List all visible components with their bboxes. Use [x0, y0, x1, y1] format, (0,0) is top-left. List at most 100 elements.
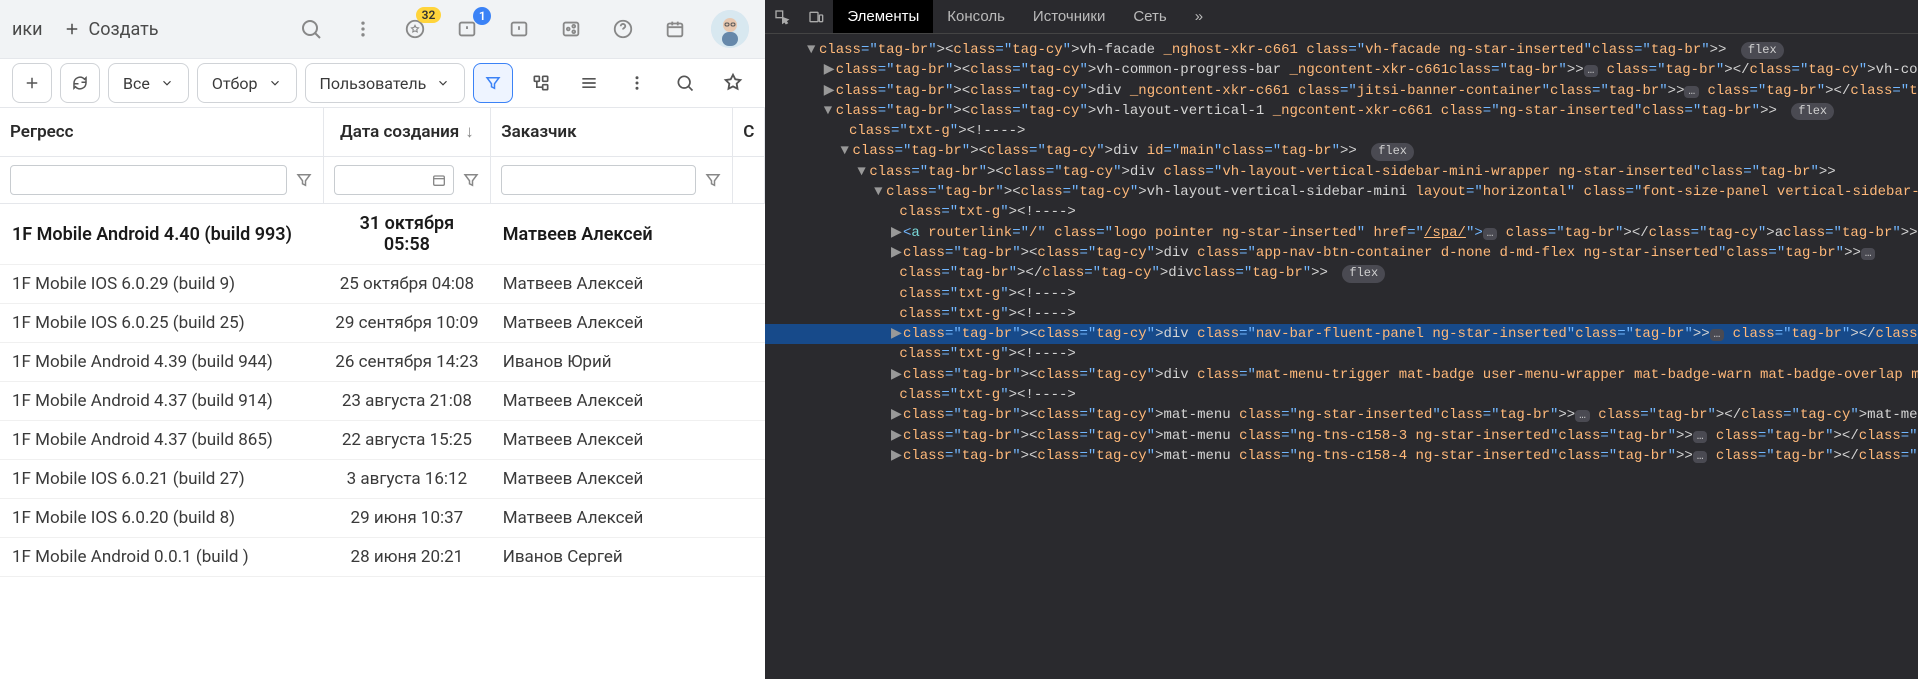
all-label: Все [123, 74, 150, 93]
dom-tree-node[interactable]: class="txt-g"><!----> [765, 344, 1918, 364]
header-regress[interactable]: Регресс [0, 108, 323, 157]
dom-tree-node[interactable]: ▼class="tag-br"><class="tag-cy">vh-layou… [765, 101, 1918, 121]
selection-dropdown[interactable]: Отбор [197, 63, 297, 103]
dom-tree-node[interactable]: ▶class="tag-br"><class="tag-cy">mat-menu… [765, 446, 1918, 466]
cell-customer: Матвеев Алексей [491, 304, 733, 343]
top-right-group: 32 1 [295, 10, 757, 48]
dom-tree-node[interactable]: ▶class="tag-br"><class="tag-cy">div clas… [765, 365, 1918, 385]
inspect-tool-button[interactable] [765, 0, 799, 33]
table-row[interactable]: 1F Mobile IOS 6.0.20 (build 8)29 июня 10… [0, 499, 765, 538]
tab-console[interactable]: Консоль [933, 0, 1019, 33]
cell-name: 1F Mobile Android 4.37 (build 865) [0, 421, 323, 460]
plus-icon [63, 20, 81, 38]
table-row[interactable]: 1F Mobile Android 4.37 (build 914)23 авг… [0, 382, 765, 421]
filter-date-input[interactable] [334, 165, 455, 195]
header-customer[interactable]: Заказчик [491, 108, 733, 157]
funnel-icon[interactable] [704, 171, 722, 189]
help-button[interactable] [607, 13, 639, 45]
tab-sources[interactable]: Источники [1019, 0, 1119, 33]
dom-tree-node[interactable]: ▶class="tag-br"><class="tag-cy">div clas… [765, 243, 1918, 284]
refresh-button[interactable] [60, 63, 100, 103]
star-button[interactable] [713, 63, 753, 103]
table-row[interactable]: 1F Mobile Android 0.0.1 (build )28 июня … [0, 538, 765, 577]
tree-view-button[interactable] [521, 63, 561, 103]
device-toggle-button[interactable] [799, 0, 833, 33]
search-button[interactable] [295, 13, 327, 45]
funnel-filter-button[interactable] [473, 63, 513, 103]
all-dropdown[interactable]: Все [108, 63, 189, 103]
dom-tree-node[interactable]: class="txt-g"><!----> [765, 304, 1918, 324]
dom-tree-node[interactable]: class="txt-g"><!----> [765, 385, 1918, 405]
funnel-icon[interactable] [462, 171, 480, 189]
dom-tree-node[interactable]: ▼class="tag-br"><class="tag-cy">div id="… [765, 141, 1918, 161]
search-icon [299, 17, 323, 41]
list-icon [579, 73, 599, 93]
dom-tree-node[interactable]: class="txt-g"><!----> [765, 284, 1918, 304]
kebab-icon [353, 19, 373, 39]
top-left-group: ики Создать [8, 19, 167, 40]
cell-name: 1F Mobile IOS 6.0.25 (build 25) [0, 304, 323, 343]
dom-tree-node[interactable]: ▶class="tag-br"><class="tag-cy">div clas… [765, 324, 1918, 344]
share-button[interactable] [555, 13, 587, 45]
cell-name: 1F Mobile Android 4.37 (build 914) [0, 382, 323, 421]
alert-button[interactable] [503, 13, 535, 45]
table-row[interactable]: 1F Mobile IOS 6.0.25 (build 25)29 сентяб… [0, 304, 765, 343]
dom-tree-node[interactable]: ▶<a routerlink="/" class="logo pointer n… [765, 223, 1918, 243]
dom-tree-node[interactable]: ▶class="tag-br"><class="tag-cy">vh-commo… [765, 60, 1918, 80]
star-outline-icon [722, 72, 744, 94]
funnel-icon[interactable] [295, 171, 313, 189]
dom-tree-node[interactable]: ▶class="tag-br"><class="tag-cy">mat-menu… [765, 405, 1918, 425]
create-button[interactable]: Создать [55, 19, 167, 40]
top-toolbar: ики Создать 32 1 [0, 0, 765, 58]
user-dropdown[interactable]: Пользователь [305, 63, 466, 103]
kebab-menu-button[interactable] [347, 13, 379, 45]
dom-tree-node[interactable]: class="txt-g"><!----> [765, 202, 1918, 222]
add-button[interactable] [12, 63, 52, 103]
search-icon [675, 73, 695, 93]
user-avatar[interactable] [711, 10, 749, 48]
cell-date: 31 октября 05:58 [323, 204, 491, 265]
header-extra[interactable]: С [733, 108, 765, 157]
devtools-panel: Элементы Консоль Источники Сеть » ⚠2 ⛔3 … [765, 0, 1918, 679]
filter-toolbar: Все Отбор Пользователь [0, 58, 765, 108]
cell-date: 22 августа 15:25 [323, 421, 491, 460]
chevron-down-icon [436, 76, 450, 90]
table-row[interactable]: 1F Mobile Android 4.39 (build 944)26 сен… [0, 343, 765, 382]
tab-more[interactable]: » [1181, 0, 1217, 33]
user-label: Пользователь [320, 74, 427, 93]
dom-tree-node[interactable]: ▼class="tag-br"><class="tag-cy">vh-layou… [765, 182, 1918, 202]
inbox-badge: 1 [473, 7, 491, 25]
filter-regress-input[interactable] [10, 165, 287, 195]
cell-name: 1F Mobile IOS 6.0.29 (build 9) [0, 265, 323, 304]
header-date[interactable]: Дата создания↓ [323, 108, 491, 157]
dom-tree-node[interactable]: ▼class="tag-br"><class="tag-cy">vh-facad… [765, 40, 1918, 60]
device-icon [808, 9, 824, 25]
dom-tree-node[interactable]: ▶class="tag-br"><class="tag-cy">div _ngc… [765, 81, 1918, 101]
refresh-icon [71, 74, 89, 92]
dom-tree-node[interactable]: ▼class="tag-br"><class="tag-cy">div clas… [765, 162, 1918, 182]
list-view-button[interactable] [569, 63, 609, 103]
inbox-button[interactable]: 1 [451, 13, 483, 45]
devtools-tabs: Элементы Консоль Источники Сеть » ⚠2 ⛔3 [765, 0, 1918, 34]
selection-label: Отбор [212, 74, 258, 93]
filter-customer-input[interactable] [501, 165, 696, 195]
favorites-button[interactable]: 32 [399, 13, 431, 45]
dom-tree-node[interactable]: class="txt-g"><!----> [765, 121, 1918, 141]
cell-date: 3 августа 16:12 [323, 460, 491, 499]
tab-elements[interactable]: Элементы [833, 0, 933, 33]
table-row[interactable]: 1F Mobile IOS 6.0.21 (build 27)3 августа… [0, 460, 765, 499]
table-row[interactable]: 1F Mobile Android 4.40 (build 993)31 окт… [0, 204, 765, 265]
cell-customer: Матвеев Алексей [491, 421, 733, 460]
more-button[interactable] [617, 63, 657, 103]
calendar-button[interactable] [659, 13, 691, 45]
table-search-button[interactable] [665, 63, 705, 103]
table-row[interactable]: 1F Mobile IOS 6.0.29 (build 9)25 октября… [0, 265, 765, 304]
sort-desc-icon: ↓ [465, 122, 474, 142]
share-box-icon [560, 18, 582, 40]
dom-tree-node[interactable]: ▶class="tag-br"><class="tag-cy">mat-menu… [765, 426, 1918, 446]
cell-name: 1F Mobile IOS 6.0.20 (build 8) [0, 499, 323, 538]
data-table: Регресс Дата создания↓ Заказчик С 1F Mob… [0, 108, 765, 577]
table-row[interactable]: 1F Mobile Android 4.37 (build 865)22 авг… [0, 421, 765, 460]
dom-tree[interactable]: ▼class="tag-br"><class="tag-cy">vh-facad… [765, 34, 1918, 679]
tab-network[interactable]: Сеть [1119, 0, 1180, 33]
